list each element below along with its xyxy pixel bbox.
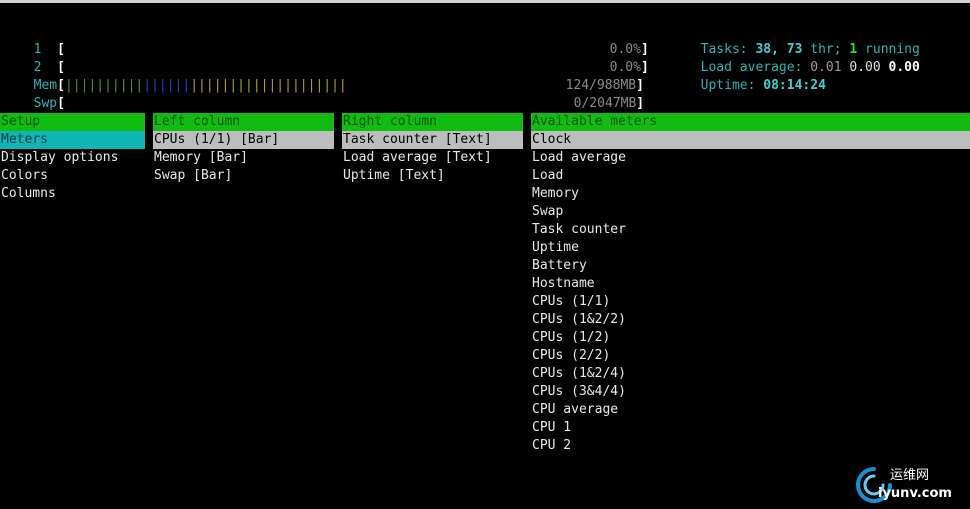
available-meter-memory[interactable]: Memory (531, 185, 970, 203)
uptime-label: Uptime: (700, 78, 764, 93)
left-column-item-cpus[interactable]: CPUs (1/1) [Bar] (153, 131, 334, 149)
available-meter-load[interactable]: Load (531, 167, 970, 185)
left-column-panel: Left column CPUs (1/1) [Bar] Memory [Bar… (153, 113, 334, 185)
window-top-border (0, 0, 970, 3)
swp-value: 0/2047MB (573, 96, 637, 111)
available-meter-cpus-1-1[interactable]: CPUs (1/1) (531, 293, 970, 311)
load-5min: 0.00 (849, 60, 881, 75)
available-meter-cpus-2-2[interactable]: CPUs (2/2) (531, 347, 970, 365)
setup-item-meters[interactable]: Meters (0, 131, 145, 149)
setup-item-colors[interactable]: Colors (0, 167, 145, 185)
mem-meter: Mem[|||||||||||||||||||||||||||||||||||| (18, 59, 347, 95)
available-meter-swap[interactable]: Swap (531, 203, 970, 221)
swp-label: Swp (33, 96, 58, 111)
right-column-item-uptime[interactable]: Uptime [Text] (342, 167, 523, 185)
swp-bracket-close: ] (636, 96, 645, 111)
swp-meter: Swp[ (18, 77, 65, 113)
available-meter-cpus-1-2-4[interactable]: CPUs (1&2/4) (531, 365, 970, 383)
available-meter-cpus-1-2[interactable]: CPUs (1/2) (531, 329, 970, 347)
available-meter-cpus-1-2-2[interactable]: CPUs (1&2/2) (531, 311, 970, 329)
mem-bar-used: |||||||||| (64, 78, 144, 93)
right-column-panel: Right column Task counter [Text] Load av… (342, 113, 523, 185)
left-column-item-swap[interactable]: Swap [Bar] (153, 167, 334, 185)
available-meter-battery[interactable]: Battery (531, 257, 970, 275)
watermark-domain: iyunv.com (878, 486, 952, 501)
uptime-value: 08:14:24 (763, 78, 826, 93)
load-15min: 0.00 (888, 60, 920, 75)
swp-value-wrap: 0/2047MB] (558, 77, 644, 113)
watermark-site-name: 运维网 (890, 468, 930, 483)
available-meter-cpu-2[interactable]: CPU 2 (531, 437, 970, 455)
setup-item-display-options[interactable]: Display options (0, 149, 145, 167)
available-meter-cpus-3-4-4[interactable]: CPUs (3&4/4) (531, 383, 970, 401)
setup-header: Setup (0, 113, 145, 131)
setup-panel: Setup Meters Display options Colors Colu… (0, 113, 145, 203)
available-meter-hostname[interactable]: Hostname (531, 275, 970, 293)
available-meter-load-average[interactable]: Load average (531, 149, 970, 167)
available-meters-panel: Available meters Clock Load average Load… (531, 113, 970, 455)
site-watermark: 运维网 iyunv.com (854, 465, 966, 505)
mem-bar-buffers: |||||| (143, 78, 191, 93)
available-meter-clock[interactable]: Clock (531, 131, 970, 149)
swp-bracket-open: [ (57, 96, 65, 111)
available-meter-cpu-average[interactable]: CPU average (531, 401, 970, 419)
available-meters-header: Available meters (531, 113, 970, 131)
uptime-meter: Uptime: 08:14:24 (685, 59, 826, 95)
available-meter-task-counter[interactable]: Task counter (531, 221, 970, 239)
right-column-item-load-average[interactable]: Load average [Text] (342, 149, 523, 167)
mem-bar-cache: |||||||||||||||||||| (190, 78, 347, 93)
right-column-header: Right column (342, 113, 523, 131)
available-meter-uptime[interactable]: Uptime (531, 239, 970, 257)
right-column-item-task-counter[interactable]: Task counter [Text] (342, 131, 523, 149)
available-meter-cpu-1[interactable]: CPU 1 (531, 419, 970, 437)
left-column-header: Left column (153, 113, 334, 131)
setup-item-columns[interactable]: Columns (0, 185, 145, 203)
left-column-item-memory[interactable]: Memory [Bar] (153, 149, 334, 167)
